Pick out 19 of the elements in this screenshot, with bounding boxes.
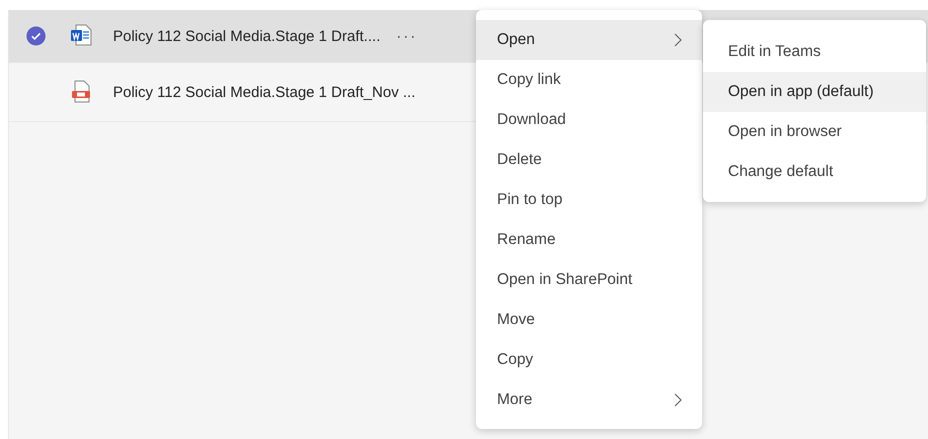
menu-item[interactable]: Copy link	[476, 60, 702, 100]
menu-item[interactable]: Move	[476, 300, 702, 340]
menu-item[interactable]: Copy	[476, 340, 702, 380]
menu-item[interactable]: Rename	[476, 220, 702, 260]
menu-item[interactable]: More	[476, 380, 702, 420]
pdf-document-icon	[70, 80, 92, 104]
more-options-button[interactable]: ···	[394, 28, 420, 44]
menu-item[interactable]: Open in SharePoint	[476, 260, 702, 300]
menu-item[interactable]: Delete	[476, 140, 702, 180]
menu-item[interactable]: Open	[476, 20, 702, 60]
menu-item[interactable]: Pin to top	[476, 180, 702, 220]
submenu-item[interactable]: Open in app (default)	[703, 72, 926, 112]
file-name: Policy 112 Social Media.Stage 1 Draft_Nov ...	[113, 84, 416, 100]
chevron-right-icon	[674, 33, 682, 47]
checkmark-circle-icon	[26, 26, 46, 46]
submenu-item[interactable]: Change default	[703, 152, 926, 192]
word-document-icon	[70, 24, 92, 48]
chevron-right-icon	[674, 393, 682, 407]
file-name: Policy 112 Social Media.Stage 1 Draft....	[113, 28, 380, 44]
